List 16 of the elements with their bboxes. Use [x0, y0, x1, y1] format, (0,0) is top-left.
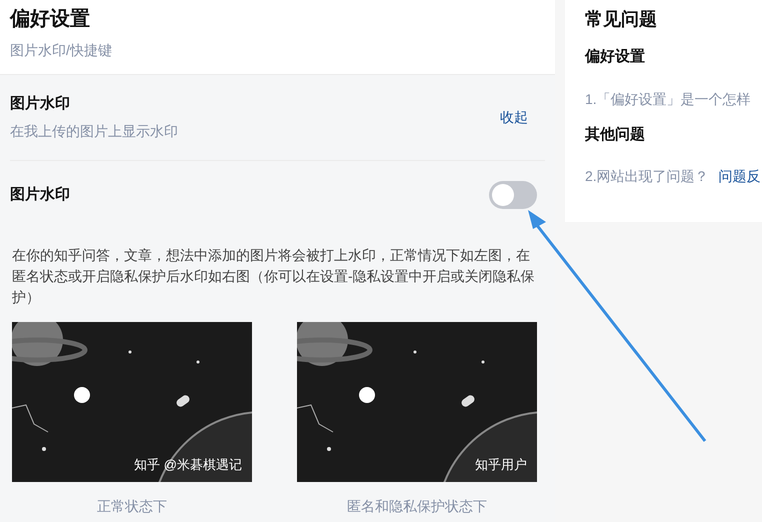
image-caption: 匿名和隐私保护状态下 — [347, 497, 487, 516]
page-title: 偏好设置 — [10, 7, 90, 32]
setting-label: 图片水印 — [10, 184, 70, 205]
toggle-switch[interactable] — [489, 181, 537, 209]
image-caption: 正常状态下 — [97, 497, 167, 516]
section-description: 在我上传的图片上显示水印 — [10, 122, 178, 142]
watermark-text: 知乎 @米碁棋遇记 — [134, 456, 242, 474]
page-subtitle: 图片水印/快捷键 — [10, 41, 112, 60]
faq-heading: 其他问题 — [585, 124, 645, 144]
watermark-text: 知乎用户 — [475, 456, 527, 474]
faq-title: 常见问题 — [585, 8, 657, 31]
collapse-link[interactable]: 收起 — [500, 107, 528, 128]
explanation-text: 在你的知乎问答，文章，想法中添加的图片将会被打上水印，正常情况下如左图，在匿名状态或开启隐私保护后水印如右图（你可以在设置-隐私设置中开启或关闭隐私保护） — [12, 246, 536, 307]
faq-heading: 偏好设置 — [585, 47, 645, 67]
section-title: 图片水印 — [10, 94, 70, 114]
feedback-link[interactable]: 问题反 — [718, 166, 761, 187]
